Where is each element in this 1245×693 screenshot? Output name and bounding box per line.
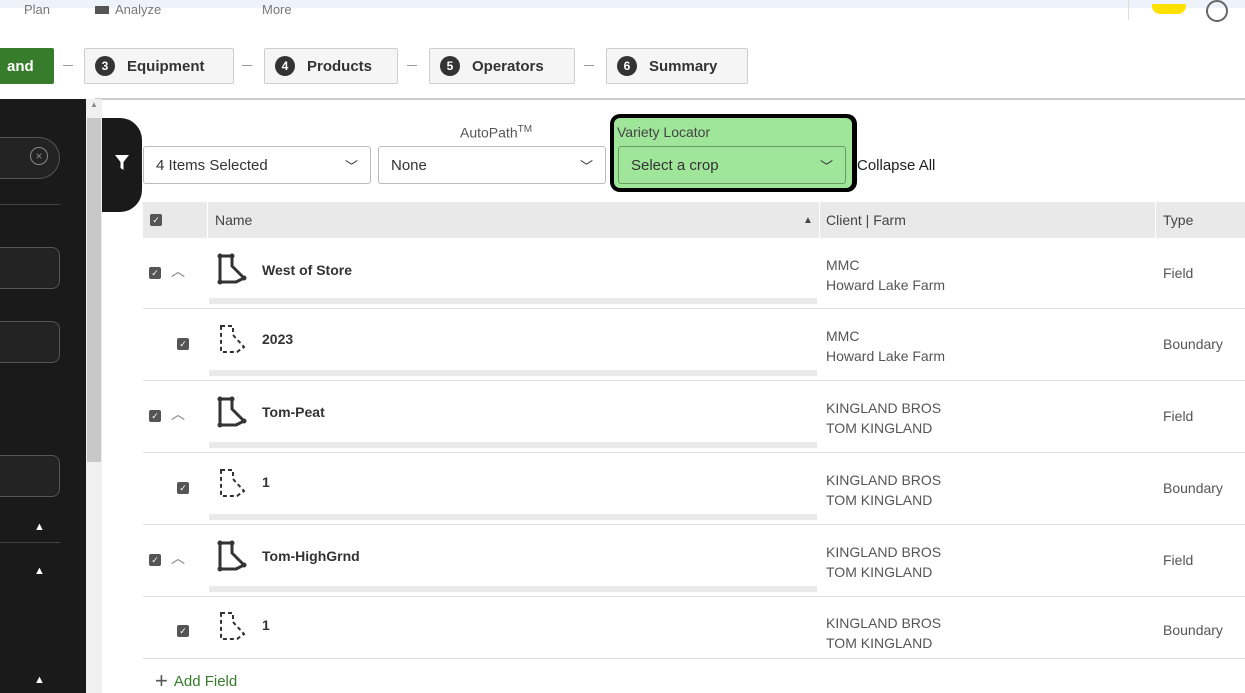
column-type[interactable]: Type [1163,212,1193,228]
left-sidebar: × ▲ ▲ ▲ [0,99,86,693]
step-summary[interactable]: 6 Summary [606,48,748,84]
row-client-farm: KINGLAND BROS TOM KINGLAND [826,615,942,651]
filter-icon [115,155,129,170]
step-connector [407,65,417,66]
row-client-farm: KINGLAND BROS TOM KINGLAND [826,400,942,436]
row-client-farm: KINGLAND BROS TOM KINGLAND [826,472,942,508]
caret-up-icon[interactable]: ▲ [34,674,45,686]
row-checkbox[interactable]: ✓ [149,410,161,422]
step-number: 6 [617,56,637,76]
sidebar-divider [0,204,60,205]
step-equipment[interactable]: 3 Equipment [84,48,234,84]
step-land[interactable]: and [0,48,54,84]
column-divider [207,202,208,238]
table-row[interactable] [143,596,1245,659]
sidebar-field-1[interactable] [0,247,60,289]
column-divider [1155,202,1156,238]
collapse-all-button[interactable]: Collapse All [857,157,935,174]
row-checkbox[interactable]: ✓ [177,625,189,637]
column-name[interactable]: Name [215,212,252,228]
step-number: 5 [440,56,460,76]
chevron-down-icon: ﹀ [344,159,358,174]
boundary-polygon-icon [220,325,246,353]
new-badge[interactable] [1152,4,1186,14]
autopath-select[interactable]: None ﹀ [378,146,606,184]
step-connector [242,65,252,66]
chevron-up-icon[interactable]: ︿ [171,548,185,568]
scrollbar-thumb[interactable] [87,118,101,462]
step-connector [584,65,594,66]
row-client-farm: MMC Howard Lake Farm [826,257,946,293]
row-progress-bar [209,442,817,448]
row-type: Boundary [1163,622,1223,638]
scroll-up-icon[interactable]: ▲ [90,100,98,109]
chevron-down-icon: ﹀ [579,159,593,174]
step-products[interactable]: 4 Products [264,48,398,84]
add-field-button[interactable]: + Add Field [155,668,237,693]
step-bar-underline [95,98,1245,100]
top-nav: Plan Analyze More [0,0,1245,28]
chevron-up-icon[interactable]: ︿ [171,261,185,281]
plus-icon: + [155,668,168,693]
row-type: Field [1163,552,1194,568]
row-progress-bar [209,514,817,520]
row-progress-bar [209,586,817,592]
row-checkbox[interactable]: ✓ [177,338,189,350]
chevron-down-icon: ﹀ [819,159,833,174]
chart-icon [95,6,109,14]
nav-divider [1128,0,1129,20]
column-client-farm[interactable]: Client | Farm [826,212,906,228]
column-divider [819,202,820,238]
row-progress-bar [209,370,817,376]
sidebar-field-2[interactable] [0,321,60,363]
table-header: ✓ Name ▲ Client | Farm Type [143,202,1245,238]
row-name[interactable]: Tom-HighGrnd [262,548,360,564]
top-nav-band [0,0,1245,8]
filter-toggle[interactable] [102,118,142,212]
row-name[interactable]: 2023 [262,331,293,347]
row-checkbox[interactable]: ✓ [177,482,189,494]
items-select[interactable]: 4 Items Selected ﹀ [143,146,371,184]
help-icon[interactable] [1206,0,1228,22]
row-checkbox[interactable]: ✓ [149,267,161,279]
row-name[interactable]: Tom-Peat [262,404,325,420]
variety-locator-label: Variety Locator [617,124,711,140]
nav-item-analyze[interactable]: Analyze [95,2,161,17]
row-type: Field [1163,265,1194,281]
row-name[interactable]: 1 [262,617,270,633]
field-polygon-icon [217,253,247,285]
select-all-checkbox[interactable]: ✓ [150,214,162,226]
boundary-polygon-icon [220,469,246,497]
row-client-farm: MMC Howard Lake Farm [826,328,946,364]
step-number: 3 [95,56,115,76]
clear-icon[interactable]: × [30,147,48,165]
sidebar-field-3[interactable] [0,455,60,497]
row-type: Boundary [1163,336,1223,352]
autopath-label: AutoPathTM [460,124,533,141]
row-name[interactable]: West of Store [262,262,352,278]
caret-up-icon[interactable]: ▲ [34,565,45,577]
field-polygon-icon [217,540,247,572]
row-checkbox[interactable]: ✓ [149,554,161,566]
nav-item-more[interactable]: More [262,2,292,17]
row-name[interactable]: 1 [262,474,270,490]
step-operators[interactable]: 5 Operators [429,48,575,84]
chevron-up-icon[interactable]: ︿ [171,404,185,424]
row-type: Boundary [1163,480,1223,496]
caret-up-icon[interactable]: ▲ [34,521,45,533]
step-connector [63,65,73,66]
row-progress-bar [209,298,817,304]
row-client-farm: KINGLAND BROS TOM KINGLAND [826,544,942,580]
sort-asc-icon[interactable]: ▲ [803,215,813,226]
sidebar-divider [0,542,60,543]
nav-item-plan[interactable]: Plan [24,2,50,17]
boundary-polygon-icon [220,612,246,640]
variety-crop-select[interactable]: Select a crop ﹀ [618,146,846,184]
step-number: 4 [275,56,295,76]
wizard-steps: and 3 Equipment 4 Products 5 Operators 6 Sum… [0,48,1245,84]
field-polygon-icon [217,396,247,428]
row-type: Field [1163,408,1194,424]
